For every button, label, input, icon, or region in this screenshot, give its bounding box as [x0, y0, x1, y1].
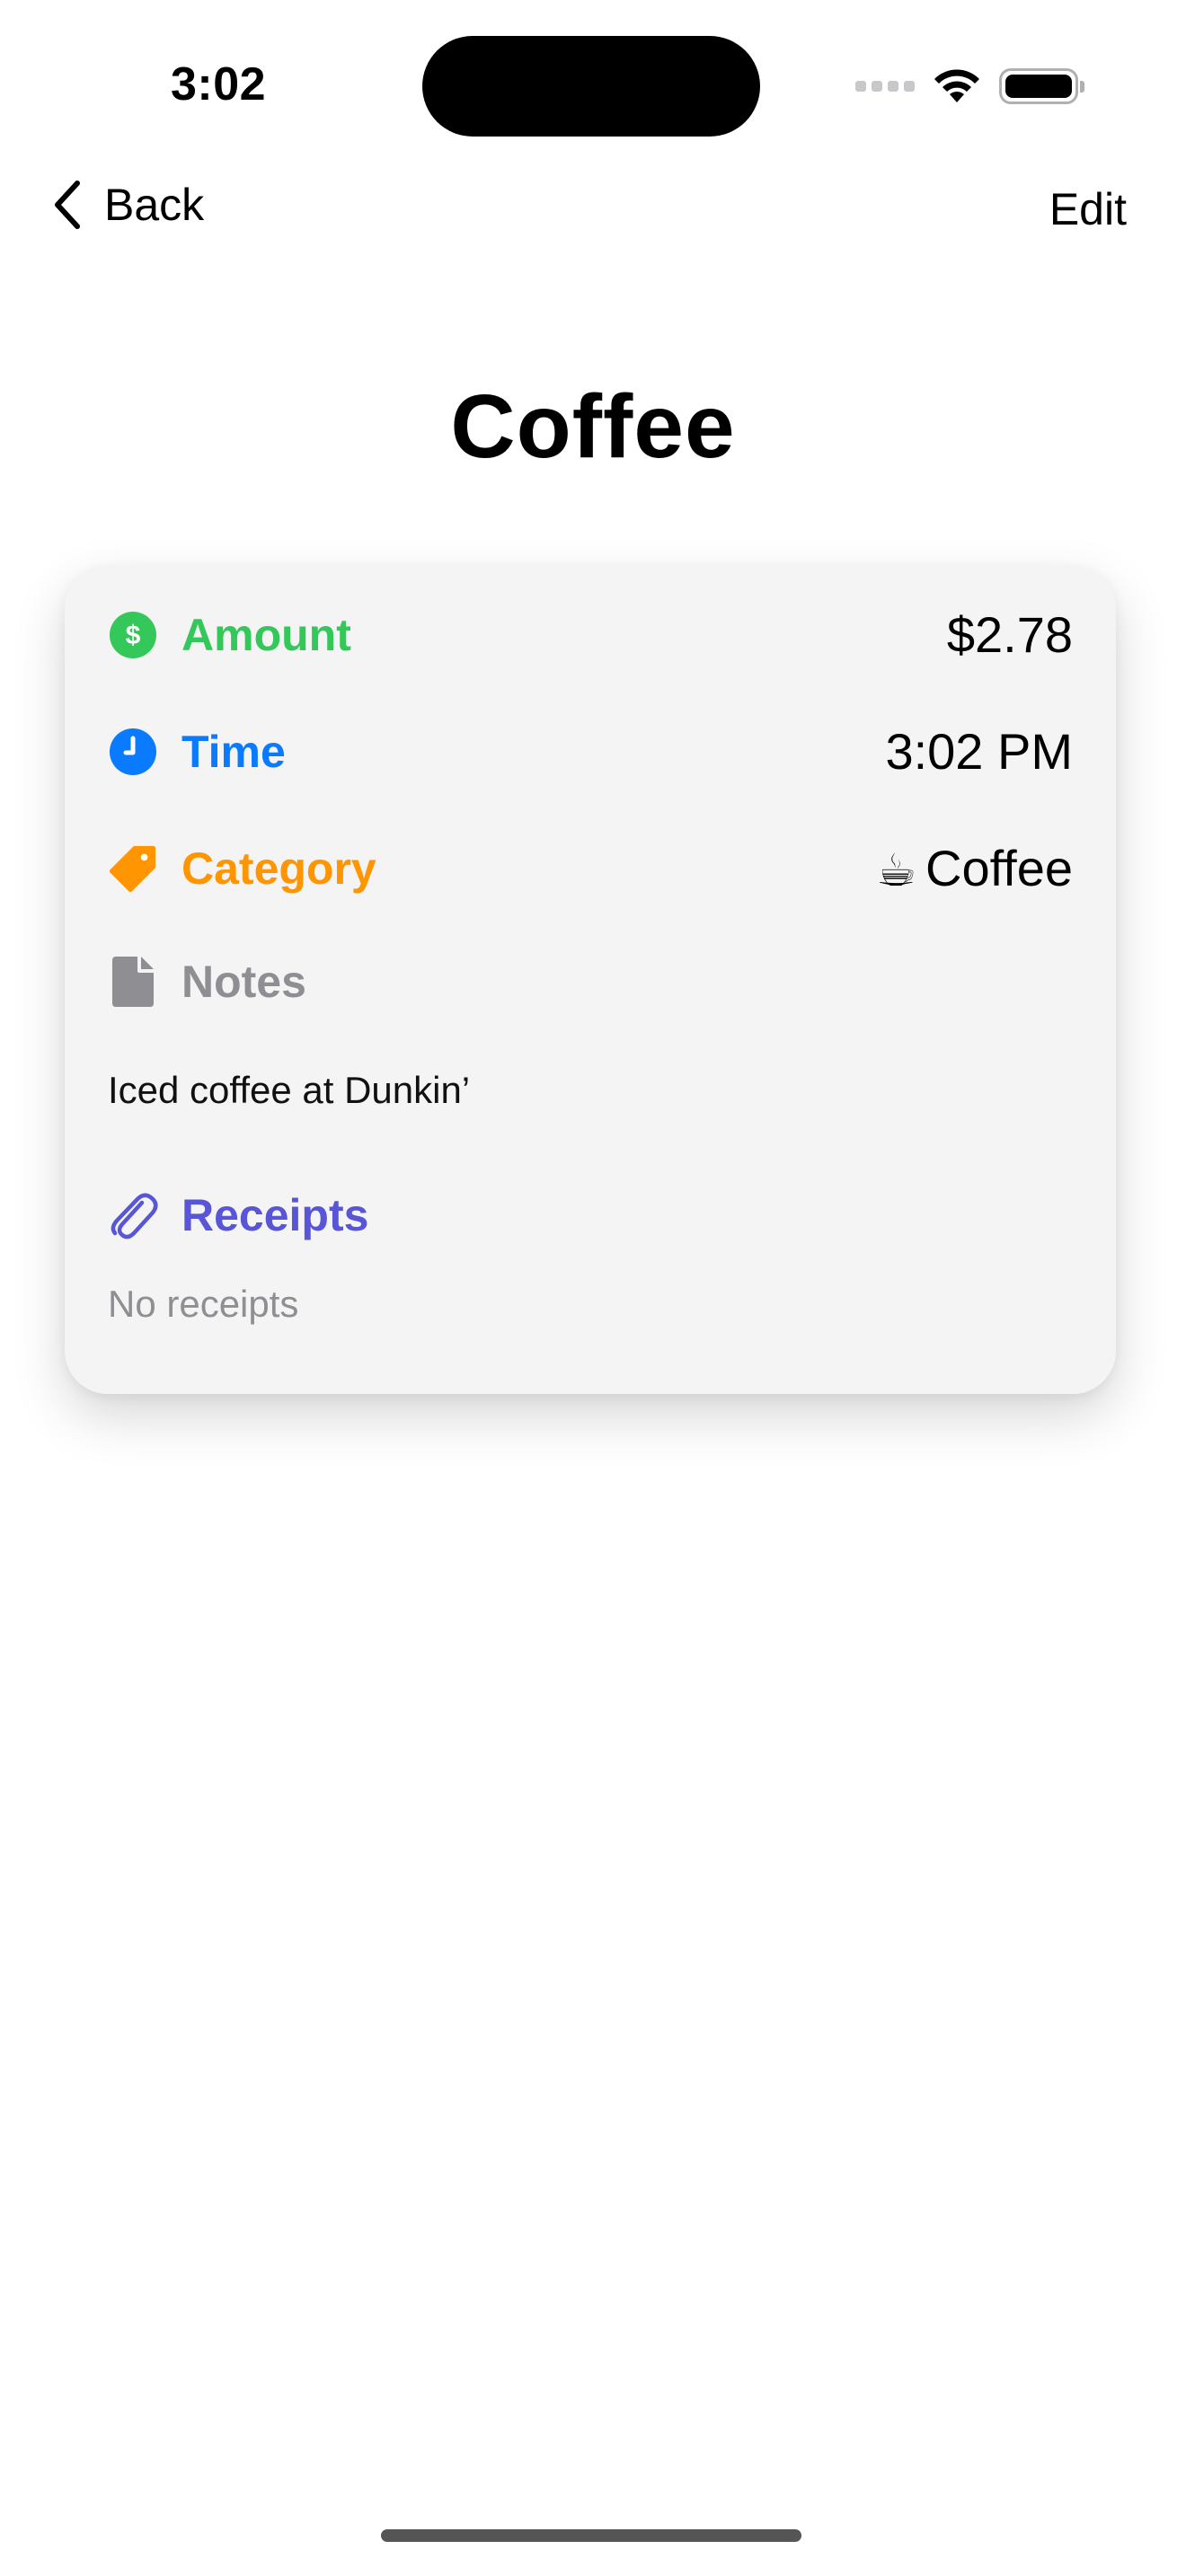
battery-icon	[999, 68, 1084, 104]
receipts-label: Receipts	[181, 1190, 369, 1240]
notes-label: Notes	[181, 957, 306, 1007]
amount-label: Amount	[181, 609, 351, 660]
back-label: Back	[104, 180, 205, 230]
category-value-text: Coffee	[925, 840, 1073, 896]
dynamic-island	[422, 36, 760, 137]
time-label: Time	[181, 726, 286, 777]
dollar-circle-icon: $	[108, 610, 158, 660]
category-label: Category	[181, 842, 376, 894]
home-indicator[interactable]	[381, 2529, 801, 2542]
cellular-signal-icon	[855, 81, 915, 92]
coffee-emoji-icon: ☕	[876, 845, 917, 895]
amount-value: $2.78	[946, 606, 1073, 663]
details-card: $ Amount $2.78 Time 3:02 PM Category ☕ C…	[65, 566, 1116, 1394]
tag-icon	[108, 843, 158, 894]
page-title: Coffee	[450, 376, 736, 477]
notes-text: Iced coffee at Dunkin’	[108, 1069, 471, 1111]
paperclip-icon	[108, 1190, 158, 1240]
status-time: 3:02	[171, 58, 267, 110]
clock-icon	[108, 727, 158, 777]
time-value: 3:02 PM	[885, 723, 1073, 780]
category-row: Category ☕ Coffee	[108, 839, 1073, 897]
screen: 3:02 Back Edit Coffee $ Amount $2.78 Tim…	[0, 0, 1186, 2576]
notes-row: Notes	[108, 956, 1073, 1008]
amount-row: $ Amount $2.78	[108, 605, 1073, 664]
svg-text:$: $	[126, 621, 141, 650]
status-icons	[855, 65, 1084, 108]
wifi-icon	[934, 69, 979, 102]
edit-button[interactable]: Edit	[1049, 183, 1127, 235]
time-row: Time 3:02 PM	[108, 722, 1073, 781]
receipts-empty-text: No receipts	[108, 1283, 299, 1325]
receipts-row: Receipts	[108, 1189, 1073, 1241]
document-icon	[108, 957, 158, 1007]
category-value: ☕ Coffee	[876, 839, 1073, 897]
chevron-left-icon	[55, 181, 80, 229]
back-button[interactable]: Back	[50, 178, 204, 232]
